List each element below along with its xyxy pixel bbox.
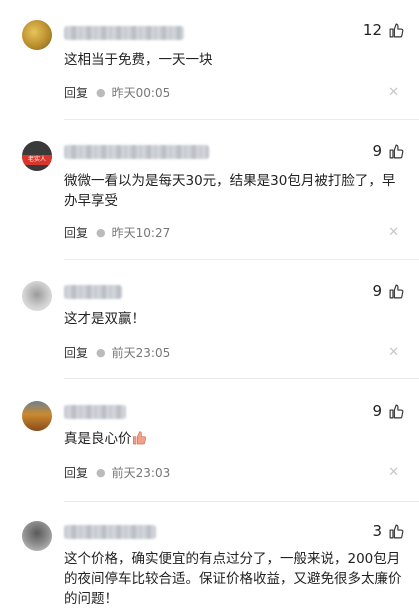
avatar[interactable]	[22, 521, 52, 551]
like-count: 9	[372, 402, 382, 420]
avatar[interactable]: 老实人	[22, 141, 52, 171]
username-blurred[interactable]	[64, 26, 184, 40]
divider	[64, 378, 419, 379]
reply-button[interactable]: 回复	[64, 344, 88, 361]
like-count: 9	[372, 142, 382, 160]
reply-button[interactable]: 回复	[64, 84, 88, 101]
comment-5: 3 这个价格，确实便宜的有点过分了，一般来说，200包月的夜间停车比较合适。保证…	[0, 505, 419, 613]
comment-text: 这才是双赢！	[64, 311, 145, 327]
separator-dot: ●	[96, 226, 106, 239]
comment-text: 这个价格，确实便宜的有点过分了，一般来说，200包月的夜间停车比较合适。保证价格…	[64, 551, 402, 607]
thumbs-up-icon	[389, 23, 404, 37]
comment-text: 真是良心价	[64, 431, 132, 447]
like-count: 12	[362, 21, 382, 39]
avatar[interactable]	[22, 20, 52, 50]
close-icon[interactable]: ✕	[388, 345, 399, 360]
comment-time: 昨天00:05	[111, 86, 171, 100]
comment-text: 微微一看以为是每天30元，结果是30包月被打脸了，早办早享受	[64, 173, 396, 209]
divider	[64, 259, 419, 260]
avatar[interactable]	[22, 401, 52, 431]
comment-meta: 回复 ● 昨天10:27	[64, 224, 170, 241]
thumbs-up-icon	[389, 144, 404, 158]
avatar-label: 老实人	[22, 155, 52, 165]
like-button[interactable]: 9	[372, 142, 405, 160]
comment-meta: 回复 ● 前天23:03	[64, 464, 170, 481]
separator-dot: ●	[96, 346, 106, 359]
close-icon[interactable]: ✕	[388, 465, 399, 480]
close-icon[interactable]: ✕	[388, 85, 399, 100]
reply-button[interactable]: 回复	[64, 224, 88, 241]
comment-text-row: 真是良心价	[64, 429, 404, 449]
username-blurred[interactable]	[64, 145, 209, 159]
comment-time: 前天23:05	[111, 346, 171, 360]
close-icon[interactable]: ✕	[388, 225, 399, 240]
username-blurred[interactable]	[64, 405, 126, 419]
like-button[interactable]: 9	[372, 282, 405, 300]
separator-dot: ●	[96, 466, 106, 479]
thumbs-up-emoji-icon	[132, 431, 146, 445]
comment-meta: 回复 ● 昨天00:05	[64, 84, 170, 101]
thumbs-up-icon	[389, 524, 404, 538]
like-count: 3	[372, 522, 382, 540]
reply-button[interactable]: 回复	[64, 464, 88, 481]
like-button[interactable]: 3	[372, 522, 405, 540]
comment-4: 9 真是良心价 回复 ● 前天23:03 ✕	[0, 385, 419, 505]
like-button[interactable]: 9	[372, 402, 405, 420]
separator-dot: ●	[96, 86, 106, 99]
like-count: 9	[372, 282, 382, 300]
avatar[interactable]	[22, 281, 52, 311]
comment-3: 9 这才是双赢！ 回复 ● 前天23:05 ✕	[0, 265, 419, 385]
username-blurred[interactable]	[64, 525, 156, 539]
comment-meta: 回复 ● 前天23:05	[64, 344, 170, 361]
comment-2: 老实人 9 微微一看以为是每天30元，结果是30包月被打脸了，早办早享受 回复 …	[0, 135, 419, 265]
thumbs-up-icon	[389, 284, 404, 298]
comment-time: 前天23:03	[111, 466, 171, 480]
username-blurred[interactable]	[64, 285, 122, 299]
divider	[64, 119, 419, 120]
thumbs-up-icon	[389, 404, 404, 418]
comment-1: 12 这相当于免费，一天一块 回复 ● 昨天00:05 ✕	[0, 0, 419, 135]
comment-time: 昨天10:27	[111, 226, 171, 240]
like-button[interactable]: 12	[363, 21, 405, 39]
comment-text: 这相当于免费，一天一块	[64, 52, 213, 68]
divider	[64, 501, 419, 502]
